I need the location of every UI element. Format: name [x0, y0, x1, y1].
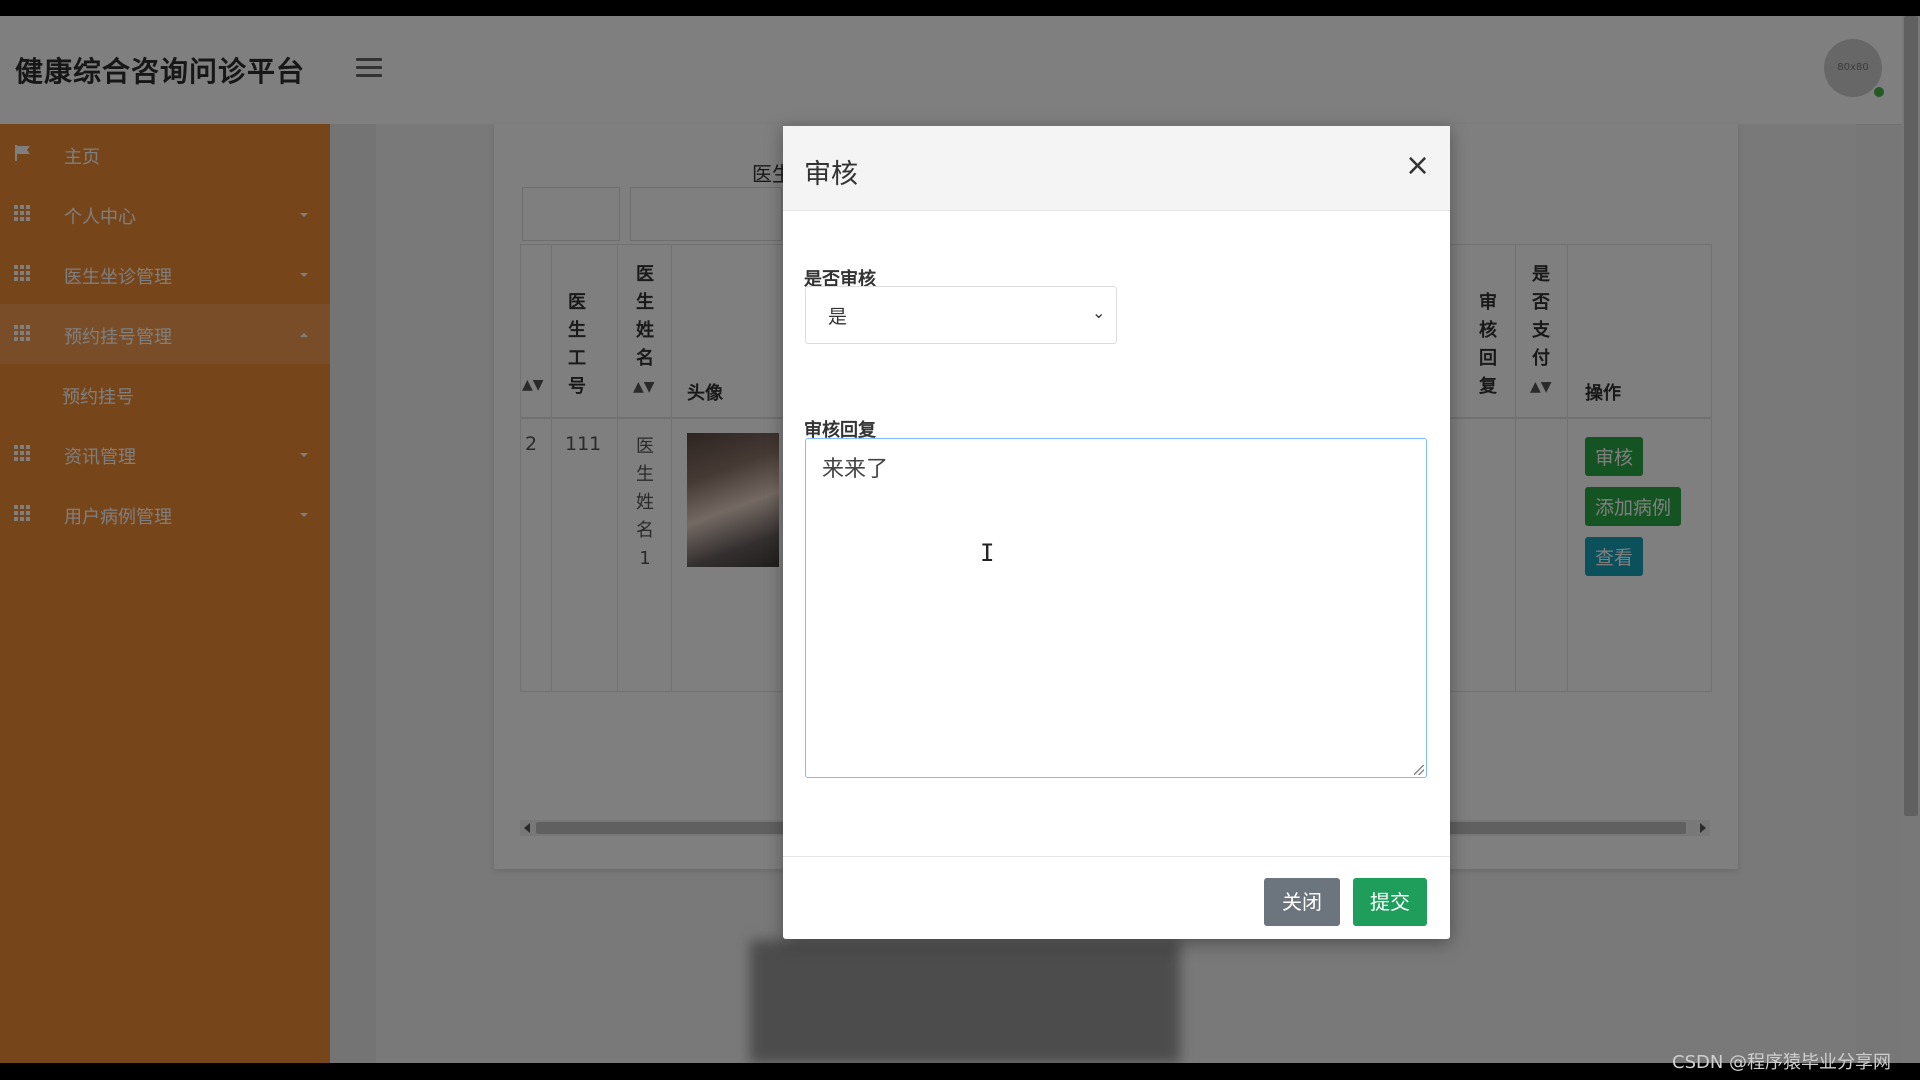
modal-header: 审核 ×	[783, 126, 1450, 211]
modal-title: 审核	[804, 159, 858, 190]
audit-reply-value: 来来了	[822, 457, 889, 482]
resize-grip-icon[interactable]	[1414, 765, 1424, 775]
close-icon[interactable]: ×	[1405, 148, 1430, 183]
blurred-tooltip	[750, 940, 1180, 1063]
audit-status-value: 是	[828, 306, 848, 328]
close-button[interactable]: 关闭	[1264, 878, 1340, 926]
chevron-down-icon: ⌄	[1092, 303, 1106, 322]
modal-footer-divider	[783, 856, 1450, 857]
watermark: CSDN @程序猿毕业分享网	[1672, 1052, 1892, 1073]
browser-frame: 健康综合咨询问诊平台 80x80 主页 个人中心 医生坐诊管理 预约挂号管理	[0, 16, 1920, 1063]
text-cursor-icon: I	[980, 539, 995, 567]
audit-reply-textarea[interactable]: 来来了 I	[805, 438, 1427, 778]
submit-button[interactable]: 提交	[1353, 878, 1427, 926]
audit-modal: 审核 × 是否审核 是 ⌄ 审核回复 来来了 I 关闭 提交	[783, 126, 1450, 939]
audit-status-select[interactable]: 是 ⌄	[805, 286, 1117, 344]
